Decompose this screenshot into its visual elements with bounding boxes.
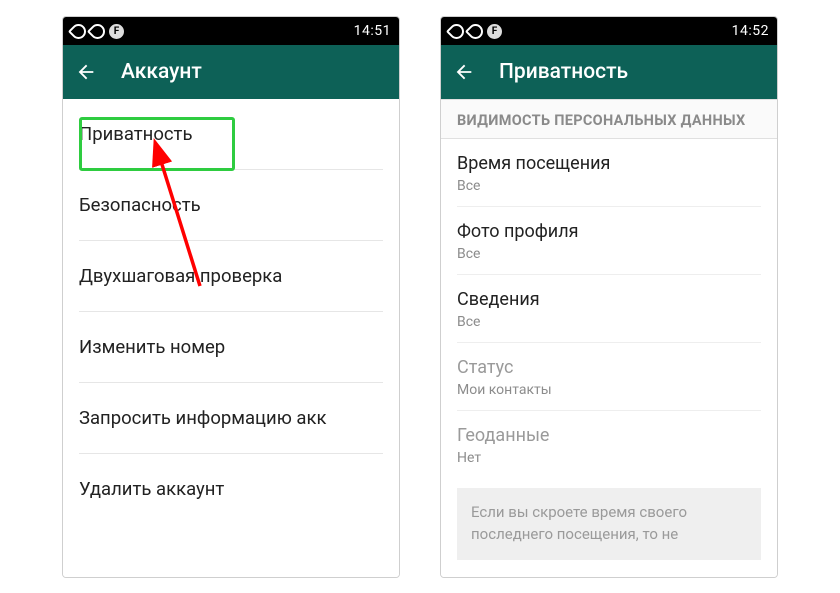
- status-icon: F: [109, 24, 124, 39]
- privacy-info-text: Если вы скроете время своего последнего …: [457, 488, 761, 560]
- privacy-list: Время посещения Все Фото профиля Все Све…: [441, 139, 777, 478]
- settings-item-two-step[interactable]: Двухшаговая проверка: [79, 241, 383, 312]
- settings-item-label: Удалить аккаунт: [79, 478, 224, 500]
- status-icon: F: [487, 24, 502, 39]
- settings-item-change-number[interactable]: Изменить номер: [79, 312, 383, 383]
- header-bar: Аккаунт: [63, 45, 399, 99]
- settings-item-privacy[interactable]: Приватность: [79, 99, 383, 170]
- privacy-item-title: Фото профиля: [457, 221, 761, 242]
- status-icons-left: F: [449, 24, 502, 39]
- settings-item-label: Запросить информацию акк: [79, 407, 326, 429]
- privacy-item-value: Мои контакты: [457, 382, 761, 398]
- phone-right: F 14:52 Приватность ВИДИМОСТЬ ПЕРСОНАЛЬН…: [440, 16, 778, 578]
- settings-item-security[interactable]: Безопасность: [79, 170, 383, 241]
- privacy-item-last-seen[interactable]: Время посещения Все: [457, 139, 761, 207]
- header-bar: Приватность: [441, 45, 777, 99]
- status-icon: [465, 20, 486, 41]
- privacy-item-about[interactable]: Сведения Все: [457, 275, 761, 343]
- settings-list: Приватность Безопасность Двухшаговая про…: [63, 99, 399, 524]
- settings-item-delete-account[interactable]: Удалить аккаунт: [79, 454, 383, 524]
- status-time: 14:51: [354, 23, 391, 39]
- status-bar: F 14:52: [441, 17, 777, 45]
- phone-left: F 14:51 Аккаунт Приватность Безопасность…: [62, 16, 400, 578]
- settings-item-label: Двухшаговая проверка: [79, 265, 282, 287]
- privacy-item-title: Сведения: [457, 289, 761, 310]
- settings-item-label: Безопасность: [79, 194, 201, 216]
- privacy-item-value: Все: [457, 314, 761, 330]
- header-title: Приватность: [499, 60, 628, 84]
- privacy-item-value: Все: [457, 178, 761, 194]
- privacy-item-title: Геоданные: [457, 425, 761, 446]
- settings-body: Приватность Безопасность Двухшаговая про…: [63, 99, 399, 577]
- privacy-item-title: Время посещения: [457, 153, 761, 174]
- settings-item-request-info[interactable]: Запросить информацию акк: [79, 383, 383, 454]
- status-icon: [68, 20, 89, 41]
- status-icons-left: F: [71, 24, 124, 39]
- settings-item-label: Приватность: [79, 123, 193, 145]
- privacy-item-title: Статус: [457, 357, 761, 378]
- privacy-item-location[interactable]: Геоданные Нет: [457, 411, 761, 478]
- privacy-item-value: Нет: [457, 450, 761, 466]
- status-time: 14:52: [732, 23, 769, 39]
- privacy-body: ВИДИМОСТЬ ПЕРСОНАЛЬНЫХ ДАННЫХ Время посе…: [441, 99, 777, 577]
- status-bar: F 14:51: [63, 17, 399, 45]
- back-arrow-icon[interactable]: [75, 61, 97, 83]
- privacy-item-status[interactable]: Статус Мои контакты: [457, 343, 761, 411]
- privacy-item-profile-photo[interactable]: Фото профиля Все: [457, 207, 761, 275]
- back-arrow-icon[interactable]: [453, 61, 475, 83]
- status-icon: [87, 20, 108, 41]
- status-icon: [446, 20, 467, 41]
- privacy-item-value: Все: [457, 246, 761, 262]
- header-title: Аккаунт: [121, 60, 202, 84]
- settings-item-label: Изменить номер: [79, 336, 225, 358]
- section-header-visibility: ВИДИМОСТЬ ПЕРСОНАЛЬНЫХ ДАННЫХ: [441, 99, 777, 139]
